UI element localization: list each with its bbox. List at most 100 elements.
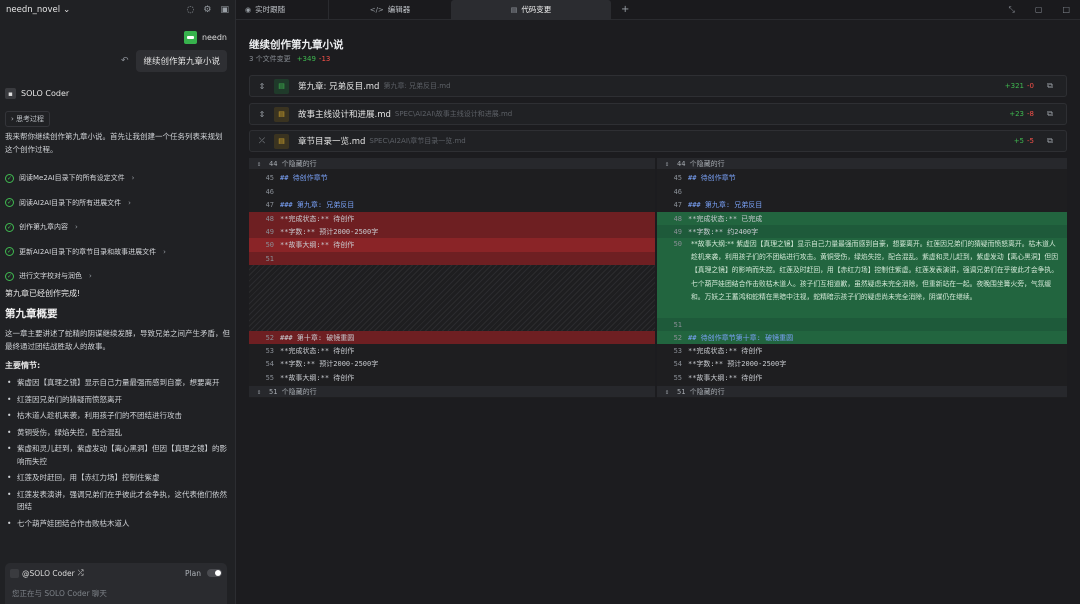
agent-mention-chip[interactable]: @SOLO Coder ⤮ <box>10 568 84 578</box>
tab-label: 代码变更 <box>521 5 552 14</box>
agent-icon <box>10 568 19 578</box>
task-item[interactable]: ✓ 进行文字校对与润色 › <box>5 264 231 289</box>
task-label: 创作第九章内容 <box>19 223 68 232</box>
plan-toggle[interactable]: Plan <box>185 569 222 578</box>
expand-icon[interactable]: ⇕ <box>250 110 274 119</box>
changed-file-row[interactable]: ⇕ ▤ 第九章: 兄弟反目.md 第九章: 兄弟反目.md +321 -0 ⧉ <box>249 75 1067 97</box>
line-number: 45 <box>265 173 274 182</box>
project-selector[interactable]: needn_novel ⌄ <box>6 5 70 15</box>
chevron-right-icon: › <box>128 198 131 207</box>
diff-line: 47 ### 第九章: 兄弟反目 <box>657 199 1067 210</box>
diff-line-added: 50 **故事大纲:** 紫虚因【真理之镜】显示自己力量最强而感到自豪，想要离开… <box>657 238 1067 318</box>
diff-line: 45 ## 待创作章节 <box>249 172 655 183</box>
maximize-icon[interactable]: □ <box>1062 5 1070 15</box>
task-item[interactable]: ✓ 创作第九章内容 › <box>5 215 231 240</box>
user-message-row: ↶ 继续创作第九章小说 <box>121 50 227 72</box>
diff-line-added: 51 <box>657 318 1067 331</box>
chevron-right-icon: › <box>11 115 14 123</box>
tab-live-follow[interactable]: ◉ 实时跟随 <box>236 0 328 20</box>
line-text: **故事大纲:** 待创作 <box>280 373 355 382</box>
diff-line: 46 <box>249 186 655 197</box>
diff-line: 47 ### 第九章: 兄弟反目 <box>249 199 655 210</box>
diff-line-added: 49 **字数:** 约2400字 <box>657 225 1067 238</box>
hidden-lines-bottom[interactable]: ⇕ 51 个隐藏的行 <box>657 386 1067 397</box>
line-number: 48 <box>673 214 682 223</box>
shuffle-icon: ⤮ <box>77 568 84 577</box>
scroll-fade <box>0 540 235 564</box>
task-label: 阅读AI2AI目录下的所有进展文件 <box>19 198 122 207</box>
hidden-lines-bottom[interactable]: ⇕ 51 个隐藏的行 <box>249 386 655 397</box>
task-item[interactable]: ✓ 更新AI2AI目录下的章节目录和故事进展文件 › <box>5 240 231 265</box>
collapse-icon[interactable]: ⤡ <box>1008 5 1014 15</box>
list-item: 紫虚因【真理之镜】显示自己力量最强而感到自豪，想要离开 <box>7 377 229 390</box>
diff-pane-modified: ⇕ 44 个隐藏的行 45 ## 待创作章节 46 47 ### 第九章: 兄弟反目 … <box>657 158 1067 398</box>
diff-line: 53 **完成状态:** 待创作 <box>249 345 655 356</box>
chat-icon[interactable]: ◌ <box>187 5 195 15</box>
check-circle-icon: ✓ <box>5 271 14 281</box>
copy-icon[interactable]: ⧉ <box>1034 81 1066 91</box>
tab-code-changes[interactable]: ▤ 代码变更 <box>451 0 611 20</box>
line-number: 54 <box>673 359 682 368</box>
project-name: needn_novel <box>6 5 61 15</box>
chevron-right-icon: › <box>131 174 135 183</box>
expand-icon: ⇕ <box>256 387 262 396</box>
layout-icon[interactable]: ▣ <box>220 5 229 15</box>
gear-icon[interactable]: ⚙ <box>203 5 211 15</box>
collapse-icon[interactable]: ⤫ <box>250 136 274 146</box>
toggle-switch[interactable] <box>207 569 222 577</box>
diff-pane-original: ⇕ 44 个隐藏的行 45 ## 待创作章节 46 47 ### 第九章: 兄弟反目 … <box>249 158 655 398</box>
main-panel: ◉ 实时跟随 </> 编辑器 ▤ 代码变更 + ⤡ ▢ □ 继续创作第九章小说 3 个… <box>236 0 1080 604</box>
line-number: 50 <box>673 240 682 248</box>
undo-icon[interactable]: ↶ <box>121 56 129 66</box>
changes-meta: 3 个文件变更 +349 -13 <box>249 54 330 64</box>
agent-mention: @SOLO Coder <box>22 568 75 578</box>
line-text: **完成状态:** 待创作 <box>280 346 355 355</box>
file-count: 3 个文件变更 <box>249 55 291 63</box>
changed-file-row[interactable]: ⇕ ▤ 故事主线设计和进展.md SPEC\AI2AI\故事主线设计和进展.md… <box>249 103 1067 125</box>
line-text: **故事大纲:** 待创作 <box>688 373 763 382</box>
tab-editor[interactable]: </> 编辑器 <box>328 0 451 20</box>
diff-line: 45 ## 待创作章节 <box>657 172 1067 183</box>
diff-line-removed: 50 **故事大纲:** 待创作 <box>249 238 655 252</box>
list-item: 红莲发表演讲，强调兄弟们在乎彼此才会争执，这代表他们依然团结 <box>7 489 229 514</box>
summary-heading: 第九章概要 <box>5 308 58 320</box>
task-item[interactable]: ✓ 阅读Me2AI目录下的所有设定文件 › <box>5 166 231 191</box>
line-text: ### 第十章: 破镜重圆 <box>280 333 355 342</box>
hidden-lines-label: 44 个隐藏的行 <box>269 159 317 168</box>
file-removed: -5 <box>1027 137 1034 145</box>
file-path: SPEC\AI2AI\章节目录一览.md <box>369 137 466 145</box>
lines-added: +349 <box>296 55 316 63</box>
list-item: 黄铜受伤，绿焰失控，配合混乱 <box>7 427 229 440</box>
copy-icon[interactable]: ⧉ <box>1034 136 1066 146</box>
add-tab-icon[interactable]: + <box>611 4 639 15</box>
expand-icon: ⇕ <box>256 159 262 168</box>
task-item[interactable]: ✓ 阅读AI2AI目录下的所有进展文件 › <box>5 191 231 216</box>
changes-title: 继续创作第九章小说 <box>249 39 344 51</box>
line-text: **故事大纲:** 待创作 <box>280 241 355 249</box>
chat-input[interactable]: 您正在与 SOLO Coder 聊天 <box>5 578 227 599</box>
line-number: 55 <box>673 373 682 382</box>
agent-header: ▪ SOLO Coder <box>5 88 69 99</box>
hidden-lines-top[interactable]: ⇕ 44 个隐藏的行 <box>657 158 1067 169</box>
done-text: 第九章已经创作完成! <box>5 289 81 298</box>
line-text: ### 第九章: 兄弟反目 <box>688 200 763 209</box>
diff-line: 46 <box>657 186 1067 197</box>
expand-icon[interactable]: ⇕ <box>250 82 274 91</box>
hidden-lines-label: 51 个隐藏的行 <box>269 387 317 396</box>
hidden-lines-top[interactable]: ⇕ 44 个隐藏的行 <box>249 158 655 169</box>
line-number: 46 <box>265 187 274 196</box>
line-number: 46 <box>673 187 682 196</box>
file-added: +23 <box>1009 110 1025 118</box>
check-circle-icon: ✓ <box>5 222 14 232</box>
line-text: ## 待创作章节 <box>280 173 328 182</box>
thinking-toggle[interactable]: › 思考过程 <box>5 111 51 127</box>
thinking-label: 思考过程 <box>16 115 45 123</box>
changed-file-row[interactable]: ⤫ ▤ 章节目录一览.md SPEC\AI2AI\章节目录一览.md +5 -5 … <box>249 130 1067 152</box>
file-name: 章节目录一览.md <box>298 137 366 147</box>
chat-input-box[interactable]: @SOLO Coder ⤮ Plan 您正在与 SOLO Coder 聊天 <box>5 563 227 604</box>
diff-line-removed: 49 **字数:** 预计2000-2500字 <box>249 225 655 238</box>
diff-line-added: 48 **完成状态:** 已完成 <box>657 212 1067 225</box>
restore-icon[interactable]: ▢ <box>1035 5 1043 15</box>
copy-icon[interactable]: ⧉ <box>1034 109 1066 119</box>
line-number: 52 <box>265 333 274 342</box>
